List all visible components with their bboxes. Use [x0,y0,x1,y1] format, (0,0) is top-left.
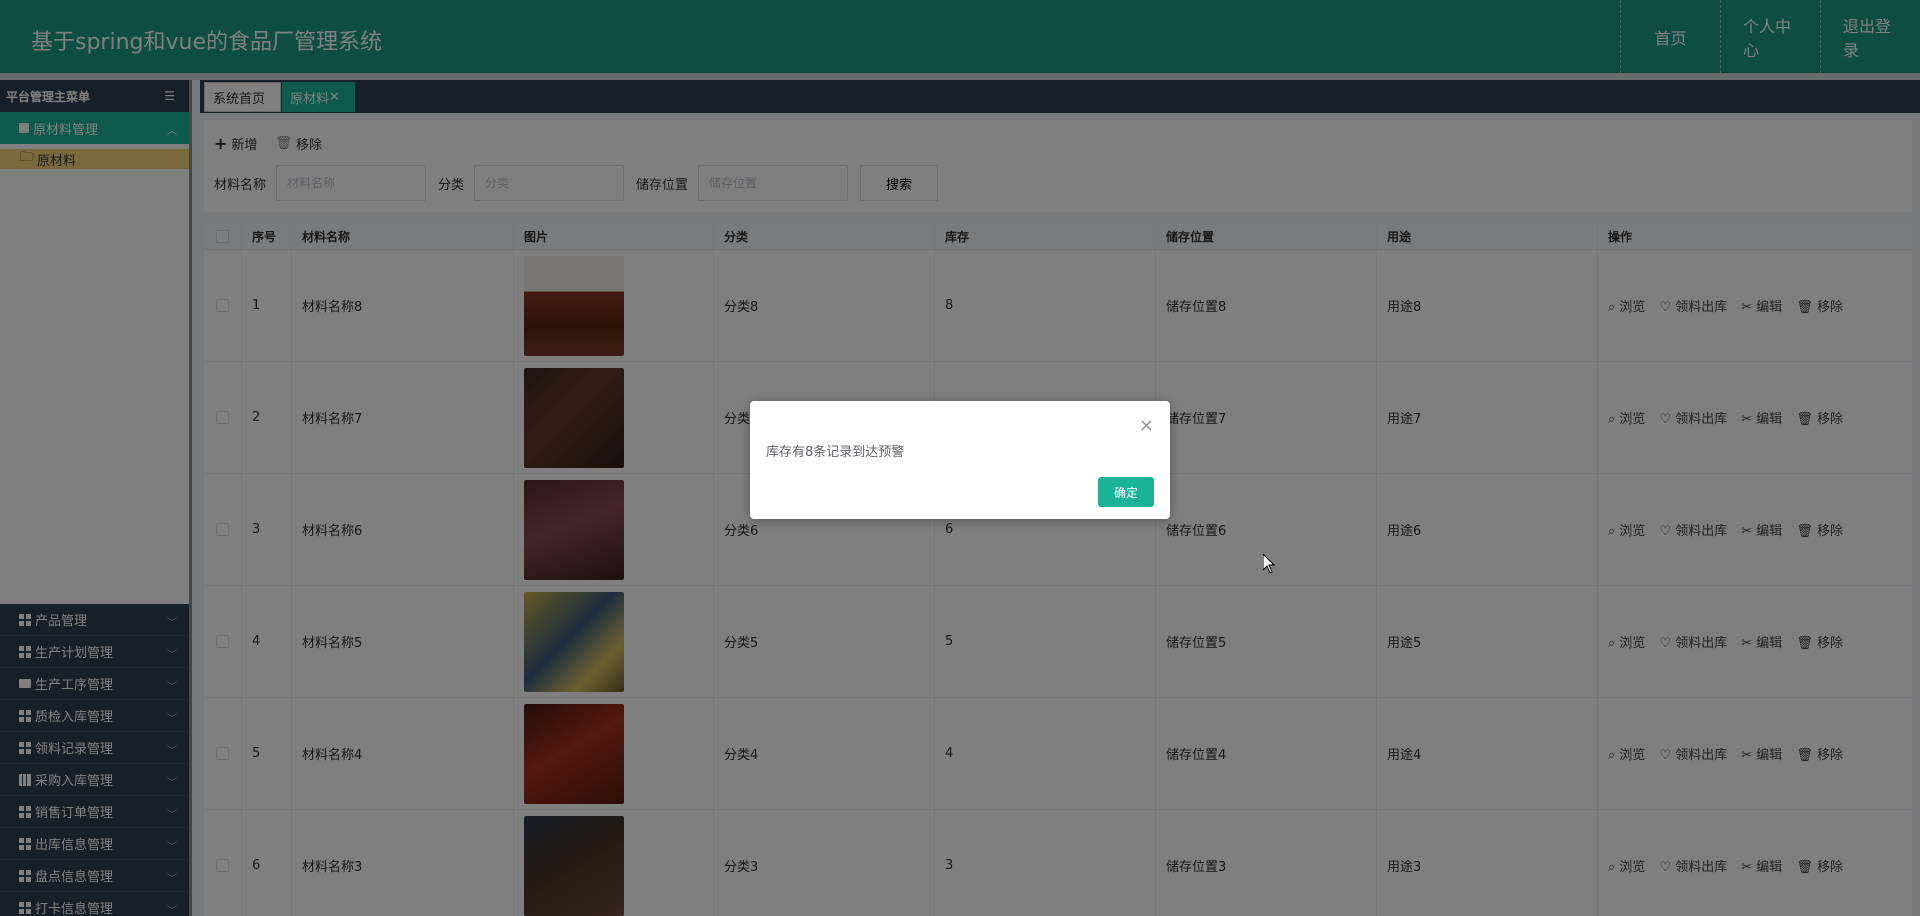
stock-warning-dialog: × 库存有8条记录到达预警 确定 [750,401,1170,519]
confirm-button[interactable]: 确定 [1098,477,1154,507]
mouse-cursor-icon [1263,554,1275,574]
dialog-message: 库存有8条记录到达预警 [766,445,905,460]
close-icon[interactable]: × [1139,415,1154,436]
